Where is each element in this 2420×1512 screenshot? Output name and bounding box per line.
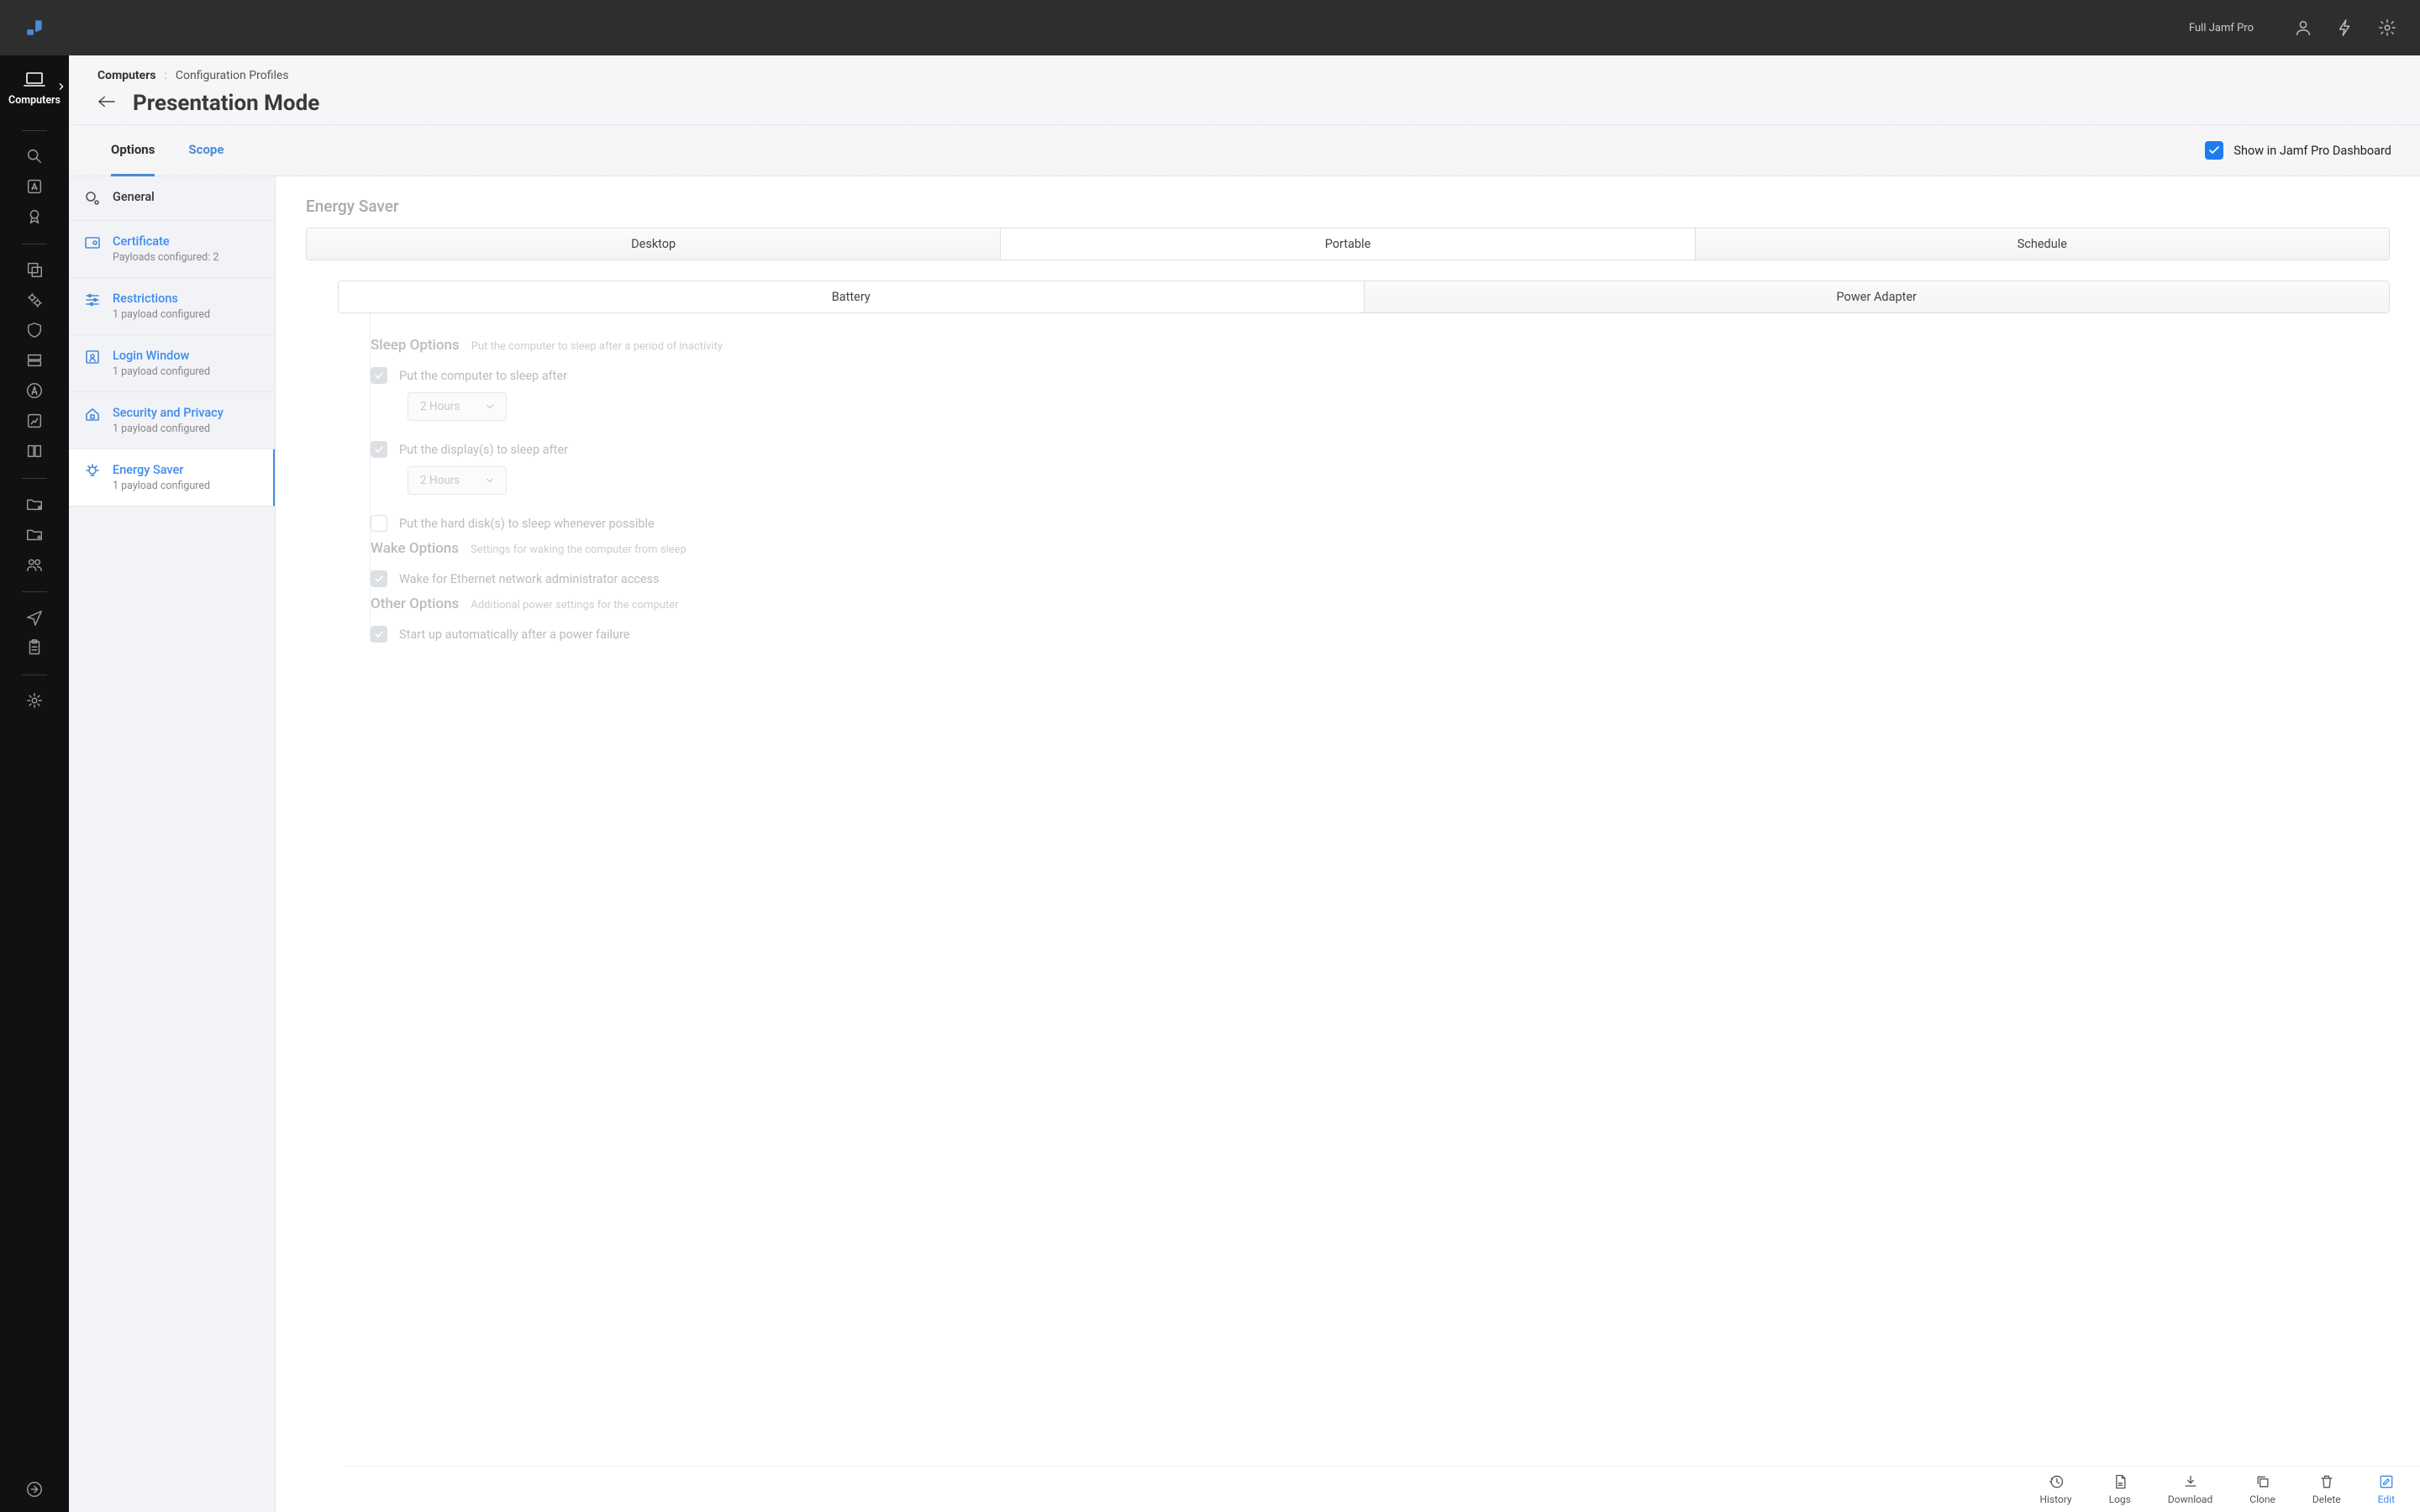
checkbox-auto-start: [371, 626, 387, 643]
home-lock-icon: [84, 406, 101, 423]
nav-rail: Computers: [0, 55, 69, 1512]
logout-icon[interactable]: [25, 1480, 44, 1499]
login-icon: [84, 349, 101, 365]
users-icon[interactable]: [25, 555, 44, 574]
badge-icon[interactable]: [25, 207, 44, 226]
opt-auto-start: Start up automatically after a power fai…: [399, 627, 630, 642]
rail-item-label: Computers: [8, 94, 60, 107]
payload-item-general[interactable]: General: [69, 176, 275, 221]
logs-button[interactable]: Logs: [2109, 1473, 2131, 1505]
checkbox-checked-icon: [2205, 141, 2223, 160]
topbar: Full Jamf Pro: [0, 0, 2420, 55]
checkbox-sleep-computer: [371, 367, 387, 384]
payload-item-security-privacy[interactable]: Security and Privacy1 payload configured: [69, 392, 275, 449]
book-icon[interactable]: [25, 442, 44, 460]
seg-schedule[interactable]: Schedule: [1696, 228, 2389, 260]
section-sleep-desc: Put the computer to sleep after a period…: [471, 340, 723, 353]
page-title: Presentation Mode: [133, 91, 319, 116]
gears-icon[interactable]: [25, 291, 44, 309]
opt-sleep-hd: Put the hard disk(s) to sleep whenever p…: [399, 517, 655, 531]
seg-portable[interactable]: Portable: [1001, 228, 1695, 260]
tenant-switcher[interactable]: Full Jamf Pro: [2189, 22, 2269, 34]
download-button[interactable]: Download: [2168, 1473, 2212, 1505]
payload-item-energy-saver[interactable]: Energy Saver1 payload configured: [69, 449, 276, 507]
breadcrumb-leaf[interactable]: Configuration Profiles: [176, 69, 289, 82]
caret-down-icon: [486, 476, 494, 485]
dashboard-toggle-label: Show in Jamf Pro Dashboard: [2233, 144, 2391, 158]
chevron-down-icon: [2260, 24, 2269, 32]
seg-desktop[interactable]: Desktop: [307, 228, 1001, 260]
gear-small-icon: [84, 190, 101, 207]
caret-down-icon: [486, 402, 494, 411]
segment-platform: Desktop Portable Schedule: [306, 228, 2390, 260]
app-store-icon[interactable]: [25, 177, 44, 196]
section-sleep-title: Sleep Options: [371, 337, 460, 354]
tab-scope[interactable]: Scope: [188, 125, 224, 176]
panel-title: Energy Saver: [306, 197, 2390, 216]
section-other-title: Other Options: [371, 596, 459, 612]
windows-icon[interactable]: [25, 260, 44, 279]
edit-button[interactable]: Edit: [2378, 1473, 2395, 1505]
bulb-icon: [84, 463, 101, 480]
clone-button[interactable]: Clone: [2249, 1473, 2275, 1505]
section-wake-desc: Settings for waking the computer from sl…: [471, 543, 687, 556]
user-icon[interactable]: [2294, 18, 2312, 37]
apps-icon[interactable]: [25, 381, 44, 400]
payload-item-certificate[interactable]: CertificatePayloads configured: 2: [69, 221, 275, 278]
back-button[interactable]: [97, 95, 116, 112]
breadcrumb: Computers : Configuration Profiles: [97, 69, 2391, 82]
tenant-name: Full Jamf Pro: [2189, 22, 2254, 34]
settings-icon[interactable]: [25, 691, 44, 710]
seg-power-adapter[interactable]: Power Adapter: [1365, 281, 2390, 312]
certificate-icon: [84, 234, 101, 251]
breadcrumb-root[interactable]: Computers: [97, 69, 156, 82]
tab-options[interactable]: Options: [111, 125, 155, 176]
select-sleep-computer-duration: 2 Hours: [408, 392, 507, 421]
chevron-right-icon: [57, 82, 66, 91]
opt-sleep-display: Put the display(s) to sleep after: [399, 443, 568, 457]
folder-share-icon[interactable]: [25, 495, 44, 513]
payload-item-restrictions[interactable]: Restrictions1 payload configured: [69, 278, 275, 335]
bolt-icon[interactable]: [2336, 18, 2354, 37]
sliders-icon: [84, 291, 101, 308]
checkbox-sleep-hd: [371, 515, 387, 532]
select-sleep-display-duration: 2 Hours: [408, 466, 507, 495]
server-icon[interactable]: [25, 351, 44, 370]
history-button[interactable]: History: [2039, 1473, 2071, 1505]
checkbox-wake-eth: [371, 570, 387, 587]
search-icon[interactable]: [25, 147, 44, 165]
rail-item-computers[interactable]: Computers: [0, 71, 69, 115]
payload-item-login-window[interactable]: Login Window1 payload configured: [69, 335, 275, 392]
dashboard-icon[interactable]: [25, 412, 44, 430]
section-other-desc: Additional power settings for the comput…: [471, 599, 678, 612]
checkbox-sleep-display: [371, 441, 387, 458]
payload-list: General CertificatePayloads configured: …: [69, 176, 276, 1512]
laptop-icon: [23, 71, 46, 89]
delete-button[interactable]: Delete: [2312, 1473, 2341, 1505]
gear-icon[interactable]: [2378, 18, 2396, 37]
opt-sleep-computer: Put the computer to sleep after: [399, 369, 567, 383]
send-icon[interactable]: [25, 608, 44, 627]
dashboard-toggle[interactable]: Show in Jamf Pro Dashboard: [2205, 141, 2391, 160]
seg-battery[interactable]: Battery: [339, 281, 1365, 312]
clipboard-icon[interactable]: [25, 638, 44, 657]
app-logo: [24, 17, 45, 39]
shield-icon[interactable]: [25, 321, 44, 339]
section-wake-title: Wake Options: [371, 540, 459, 557]
action-footer: History Logs Download Clone Delete Edit: [345, 1466, 2420, 1512]
folder-add-icon[interactable]: [25, 525, 44, 543]
opt-wake-eth: Wake for Ethernet network administrator …: [399, 572, 660, 586]
segment-power-source: Battery Power Adapter: [338, 281, 2390, 313]
